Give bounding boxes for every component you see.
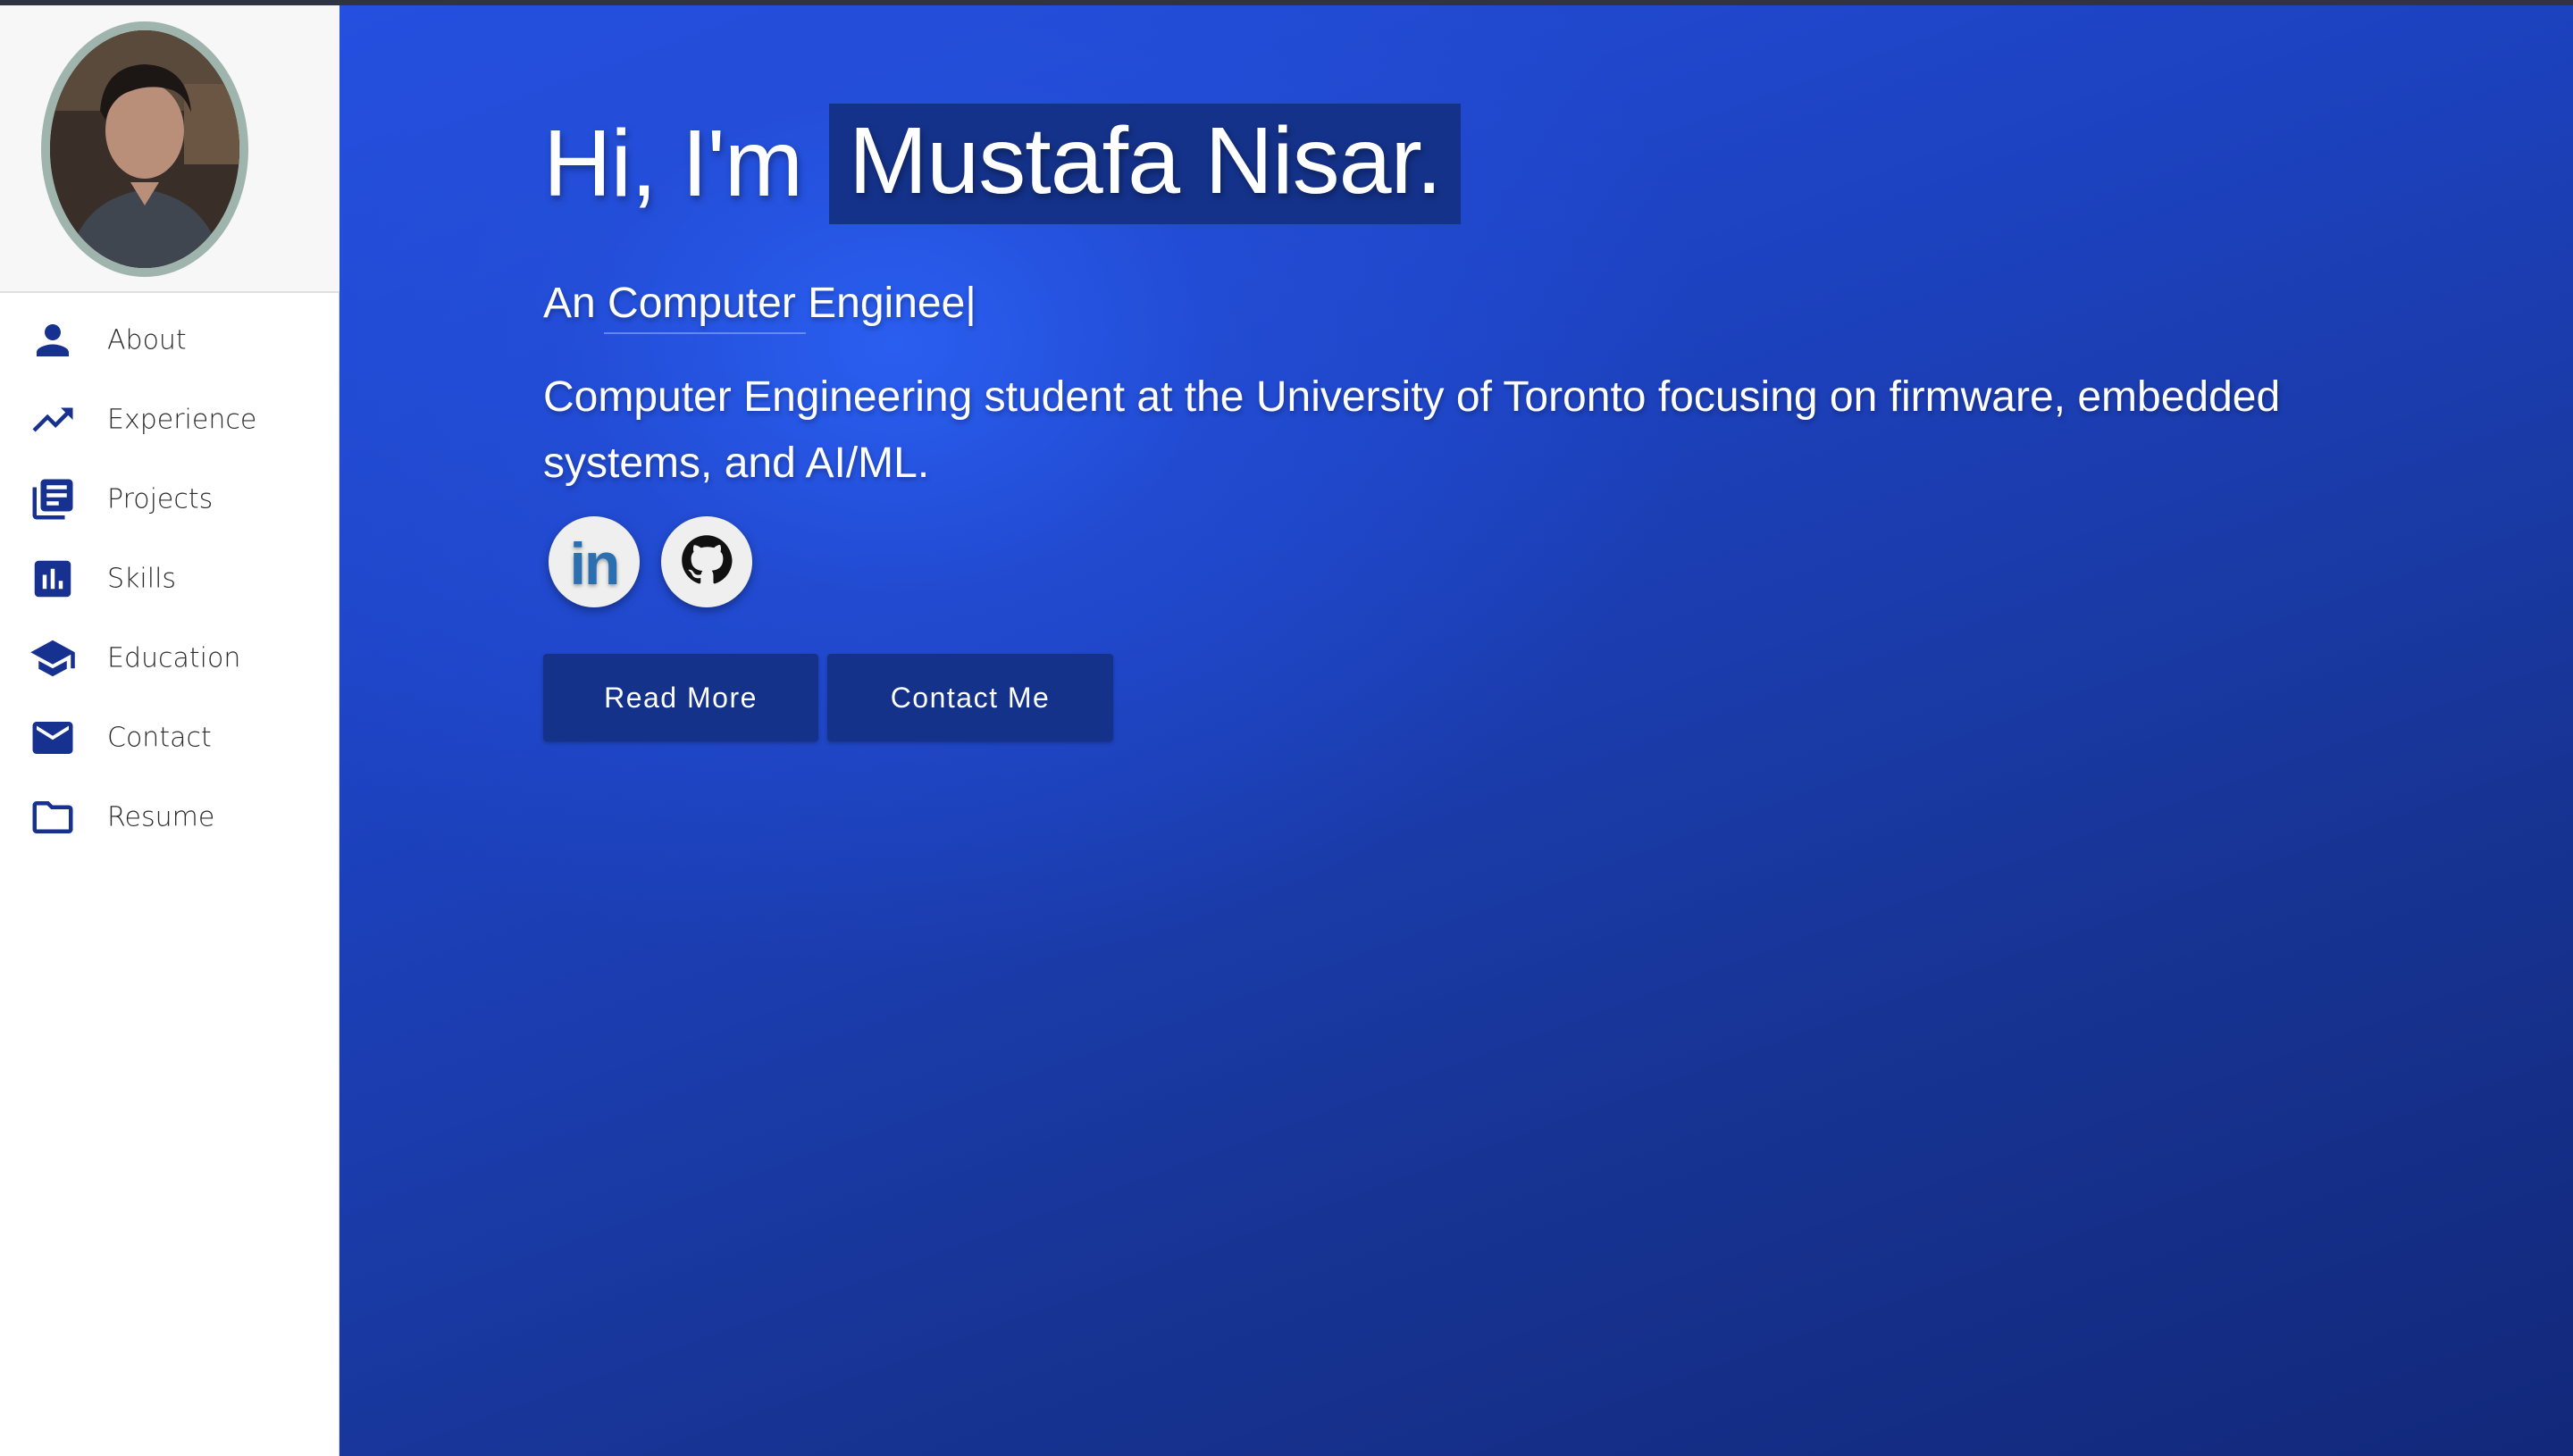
github-icon xyxy=(681,534,733,590)
sidebar-item-label: Education xyxy=(107,642,241,674)
github-button[interactable] xyxy=(661,516,752,607)
typing-subtitle: An Computer Enginee| xyxy=(543,280,976,327)
linkedin-button[interactable]: in xyxy=(549,516,640,607)
sidebar-item-experience[interactable]: Experience xyxy=(0,380,339,459)
sidebar-item-label: Projects xyxy=(107,483,214,515)
sidebar-item-about[interactable]: About xyxy=(0,300,339,380)
subtitle-underline xyxy=(604,332,806,334)
sidebar-item-label: Resume xyxy=(107,801,215,833)
contact-me-button[interactable]: Contact Me xyxy=(827,654,1113,741)
profile-header xyxy=(0,5,339,293)
hero-section: Hi, I'm Mustafa Nisar. An Computer Engin… xyxy=(339,5,2573,1456)
headline-name-highlight: Mustafa Nisar. xyxy=(829,104,1462,224)
page-title: Hi, I'm Mustafa Nisar. xyxy=(543,104,1462,224)
sidebar: About Experience Projects Skills Educati… xyxy=(0,5,339,1456)
sidebar-item-skills[interactable]: Skills xyxy=(0,539,339,618)
sidebar-item-label: Skills xyxy=(107,563,177,594)
sidebar-item-label: About xyxy=(107,324,187,356)
hero-description: Computer Engineering student at the Univ… xyxy=(543,373,2281,487)
trending-up-icon xyxy=(29,396,77,444)
sidebar-item-contact[interactable]: Contact xyxy=(0,698,339,777)
bar-chart-icon xyxy=(29,555,77,603)
linkedin-icon: in xyxy=(569,531,621,597)
folder-icon xyxy=(29,793,77,841)
sidebar-item-label: Contact xyxy=(107,722,212,753)
read-more-button[interactable]: Read More xyxy=(543,654,818,741)
social-links: in xyxy=(549,516,752,607)
sidebar-item-label: Experience xyxy=(107,404,257,435)
profile-photo xyxy=(50,30,239,268)
mail-icon xyxy=(29,714,77,762)
graduation-cap-icon xyxy=(29,634,77,682)
headline-intro: Hi, I'm xyxy=(543,111,803,216)
person-icon xyxy=(29,316,77,364)
sidebar-item-projects[interactable]: Projects xyxy=(0,459,339,539)
sidebar-item-education[interactable]: Education xyxy=(0,618,339,698)
sidebar-nav: About Experience Projects Skills Educati… xyxy=(0,300,339,857)
hero-actions: Read More Contact Me xyxy=(543,654,1113,741)
avatar xyxy=(41,21,248,277)
sidebar-item-resume[interactable]: Resume xyxy=(0,777,339,857)
article-icon xyxy=(29,475,77,523)
